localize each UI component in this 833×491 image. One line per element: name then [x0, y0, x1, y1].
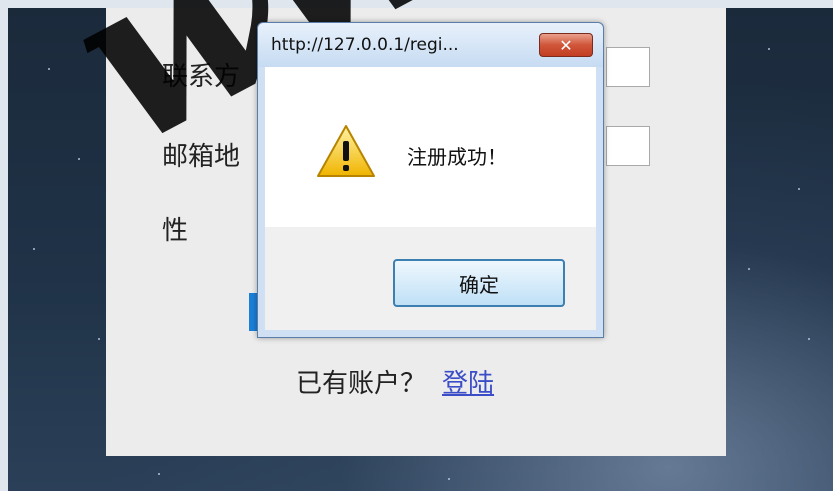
dialog-footer: 确定: [265, 227, 596, 330]
dialog-message: 注册成功！: [407, 145, 507, 169]
ok-button-label: 确定: [459, 272, 499, 297]
star: [78, 158, 80, 160]
star: [33, 248, 35, 250]
close-button[interactable]: ✕: [539, 33, 593, 57]
login-prompt-text: 已有账户？: [296, 369, 427, 399]
alert-dialog: http://127.0.0.1/regi... ✕ 注册成功！ 确定: [257, 22, 604, 338]
star: [748, 268, 750, 270]
dialog-title: http://127.0.0.1/regi...: [271, 35, 459, 55]
email-input[interactable]: [606, 126, 650, 166]
dialog-titlebar[interactable]: http://127.0.0.1/regi... ✕: [258, 23, 603, 67]
star: [98, 338, 100, 340]
contact-input[interactable]: [606, 47, 650, 87]
ok-button[interactable]: 确定: [393, 259, 565, 307]
login-prompt-line: 已有账户？ 登陆: [296, 363, 494, 400]
star: [798, 188, 800, 190]
dialog-body: 注册成功！: [265, 67, 596, 227]
email-label: 邮箱地: [162, 142, 241, 172]
close-icon: ✕: [559, 35, 573, 55]
star: [448, 478, 450, 480]
star: [808, 338, 810, 340]
star: [158, 473, 160, 475]
contact-label: 联系方: [162, 62, 241, 92]
gender-label: 性: [162, 216, 189, 246]
star: [48, 68, 50, 70]
warning-icon: [317, 125, 375, 177]
star: [768, 48, 770, 50]
login-link[interactable]: 登陆: [442, 369, 494, 399]
